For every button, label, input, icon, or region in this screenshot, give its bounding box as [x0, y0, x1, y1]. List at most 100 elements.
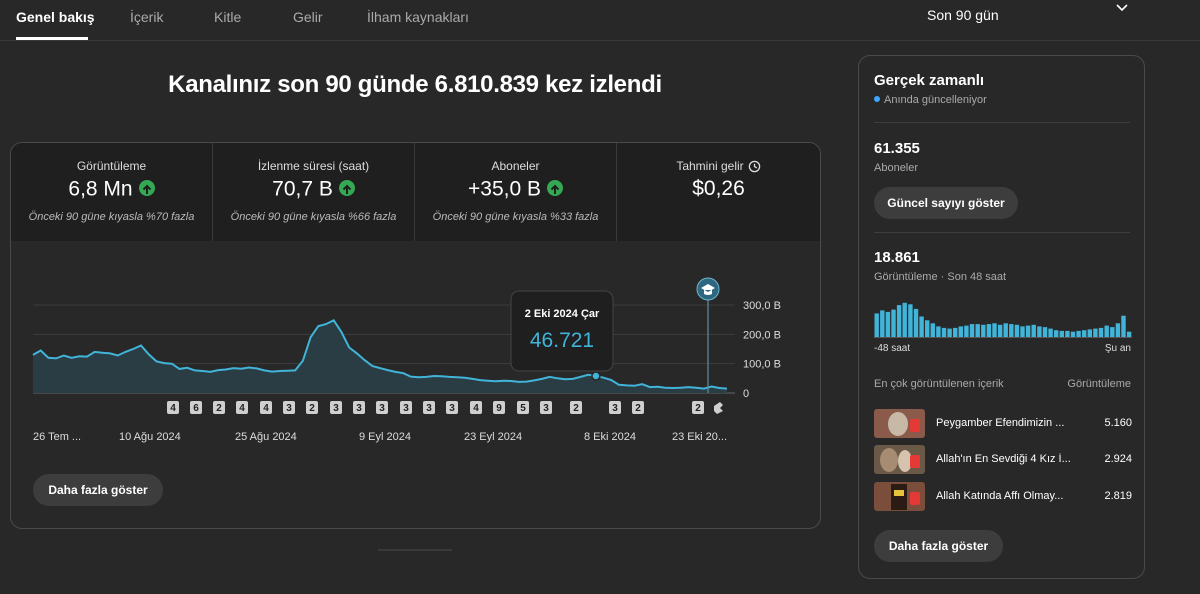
realtime-subscriber-count: 61.355 [874, 140, 920, 157]
mini-chart-bar [1009, 324, 1014, 337]
tab-audience[interactable]: Kitle [214, 9, 241, 25]
top-content-row[interactable]: Peygamber Efendimizin ... 5.160 [874, 409, 1132, 439]
realtime-show-more-button[interactable]: Daha fazla göster [874, 530, 1003, 562]
tooltip-date: 2 Eki 2024 Çar [525, 308, 600, 320]
upload-marker-count: 3 [379, 403, 385, 414]
mini-chart-bar [964, 325, 969, 337]
mini-chart-bar [1003, 323, 1008, 337]
metric-label-text: Tahmini gelir [676, 159, 744, 173]
scroll-indicator [378, 549, 452, 551]
realtime-subscriber-label: Aboneler [874, 162, 919, 174]
mini-chart-bar [1082, 330, 1087, 337]
upload-marker-count: 3 [612, 403, 618, 414]
metric-comparison: Önceki 90 güne kıyasla %70 fazla [28, 211, 195, 223]
metric-value: $0,26 [692, 177, 745, 200]
mini-chart-bar [1065, 330, 1070, 337]
mini-chart-bar [958, 326, 963, 337]
arrow-up-icon [338, 180, 355, 197]
chevron-down-icon[interactable] [1114, 0, 1130, 16]
mini-chart-bar [1031, 324, 1036, 337]
upload-marker-count: 3 [286, 403, 292, 414]
top-tab-bar: Genel bakış İçerik Kitle Gelir İlham kay… [0, 0, 1200, 41]
upload-marker-count: 3 [356, 403, 362, 414]
divider [874, 232, 1130, 233]
mini-chart-bar [953, 327, 958, 337]
mini-chart-bar [1059, 330, 1064, 337]
upload-marker-count: 3 [333, 403, 339, 414]
metric-tab-revenue[interactable]: Tahmini gelir $0,26 [617, 143, 820, 241]
metric-tab-subscribers[interactable]: Aboneler +35,0 B Önceki 90 güne kıyasla … [415, 143, 617, 241]
video-title: Peygamber Efendimizin ... [936, 417, 1065, 429]
tab-inspiration[interactable]: İlham kaynakları [367, 9, 469, 25]
metric-value-text: 70,7 B [272, 177, 333, 201]
x-tick-label: 10 Ağu 2024 [119, 431, 181, 443]
mini-chart-bar [925, 320, 930, 337]
metric-tab-watch-time[interactable]: İzlenme süresi (saat) 70,7 B Önceki 90 g… [213, 143, 415, 241]
metric-tabs: Görüntüleme 6,8 Mn Önceki 90 güne kıyasl… [11, 143, 820, 241]
period-selector[interactable]: Son 90 gün [927, 7, 999, 23]
video-views: 2.924 [1104, 453, 1132, 465]
metric-value-text: +35,0 B [468, 177, 541, 201]
realtime-view-label: Görüntüleme · Son 48 saat [874, 271, 1007, 283]
top-content-row[interactable]: Allah Katında Affı Olmay... 2.819 [874, 482, 1132, 512]
upload-marker-count: 4 [473, 403, 479, 414]
mini-chart-bar [1025, 325, 1031, 337]
x-tick-label: 26 Tem ... [33, 431, 81, 443]
mini-chart-bar [891, 309, 896, 337]
tooltip-point [591, 371, 601, 381]
tab-overview[interactable]: Genel bakış [16, 9, 95, 25]
mini-chart-bar [969, 324, 975, 337]
shorts-icon [910, 455, 920, 468]
mini-chart-bar [1121, 315, 1126, 337]
upload-marker-count: 3 [543, 403, 549, 414]
upload-marker-count: 2 [635, 403, 641, 414]
mini-chart-bar [896, 305, 902, 337]
views-chart-svg: 300,0 B 200,0 B 100,0 B 0 2 Eki 2024 Çar 46.7… [32, 277, 781, 443]
video-title: Allah'ın En Sevdiği 4 Kız İ... [936, 453, 1071, 465]
mini-chart-bar [885, 311, 891, 337]
upload-marker-count: 9 [496, 403, 502, 414]
upload-marker-count: 2 [695, 403, 701, 414]
upload-marker-count: 4 [170, 403, 176, 414]
mini-chart-bar [975, 324, 980, 337]
shorts-icon [910, 492, 920, 505]
mini-chart-end-label: Şu an [1104, 343, 1131, 354]
arrow-up-icon [546, 180, 563, 197]
mini-chart-bar [1115, 323, 1121, 337]
metric-value: 6,8 Mn [11, 177, 212, 201]
tab-revenue[interactable]: Gelir [293, 9, 323, 25]
show-more-button[interactable]: Daha fazla göster [33, 474, 163, 506]
mini-chart-bar [947, 328, 952, 337]
video-thumbnail [874, 409, 925, 438]
upload-marker-count: 2 [216, 403, 222, 414]
show-current-count-button[interactable]: Güncel sayıyı göster [874, 187, 1018, 219]
clock-icon [748, 161, 760, 173]
metric-label: İzlenme süresi (saat) [257, 159, 370, 173]
mini-chart-bar [874, 313, 879, 337]
mini-chart-bar [981, 324, 986, 337]
metric-comparison: Önceki 90 güne kıyasla %66 fazla [230, 211, 397, 223]
mini-chart-bar [919, 316, 924, 337]
top-content-header: En çok görüntülenen içerik [874, 378, 1004, 390]
video-views: 5.160 [1104, 417, 1132, 429]
tab-content[interactable]: İçerik [130, 9, 163, 25]
live-label-text: Anında güncelleniyor [884, 94, 987, 106]
mini-chart-bar [986, 324, 992, 337]
metric-value: 70,7 B [213, 177, 414, 201]
metric-tab-views[interactable]: Görüntüleme 6,8 Mn Önceki 90 güne kıyasl… [11, 143, 213, 241]
realtime-mini-chart [874, 302, 1132, 338]
mini-chart-bar [1104, 325, 1109, 337]
views-area [33, 320, 727, 393]
mini-chart-start-label: -48 saat [874, 343, 911, 354]
live-dot-icon [874, 96, 880, 103]
realtime-live-label: Anında güncelleniyor [874, 94, 987, 106]
top-content-row[interactable]: Allah'ın En Sevdiği 4 Kız İ... 2.924 [874, 445, 1132, 475]
upload-marker-count: 5 [520, 403, 526, 414]
mini-chart-bar [997, 324, 1003, 337]
x-tick-label: 23 Eki 20... [672, 431, 727, 443]
mini-chart-bar [1048, 328, 1053, 337]
mini-chart-bar [1014, 324, 1020, 337]
x-tick-label: 9 Eyl 2024 [359, 431, 411, 443]
mini-chart-bar [1076, 330, 1081, 337]
mini-chart-bar [1037, 326, 1042, 337]
